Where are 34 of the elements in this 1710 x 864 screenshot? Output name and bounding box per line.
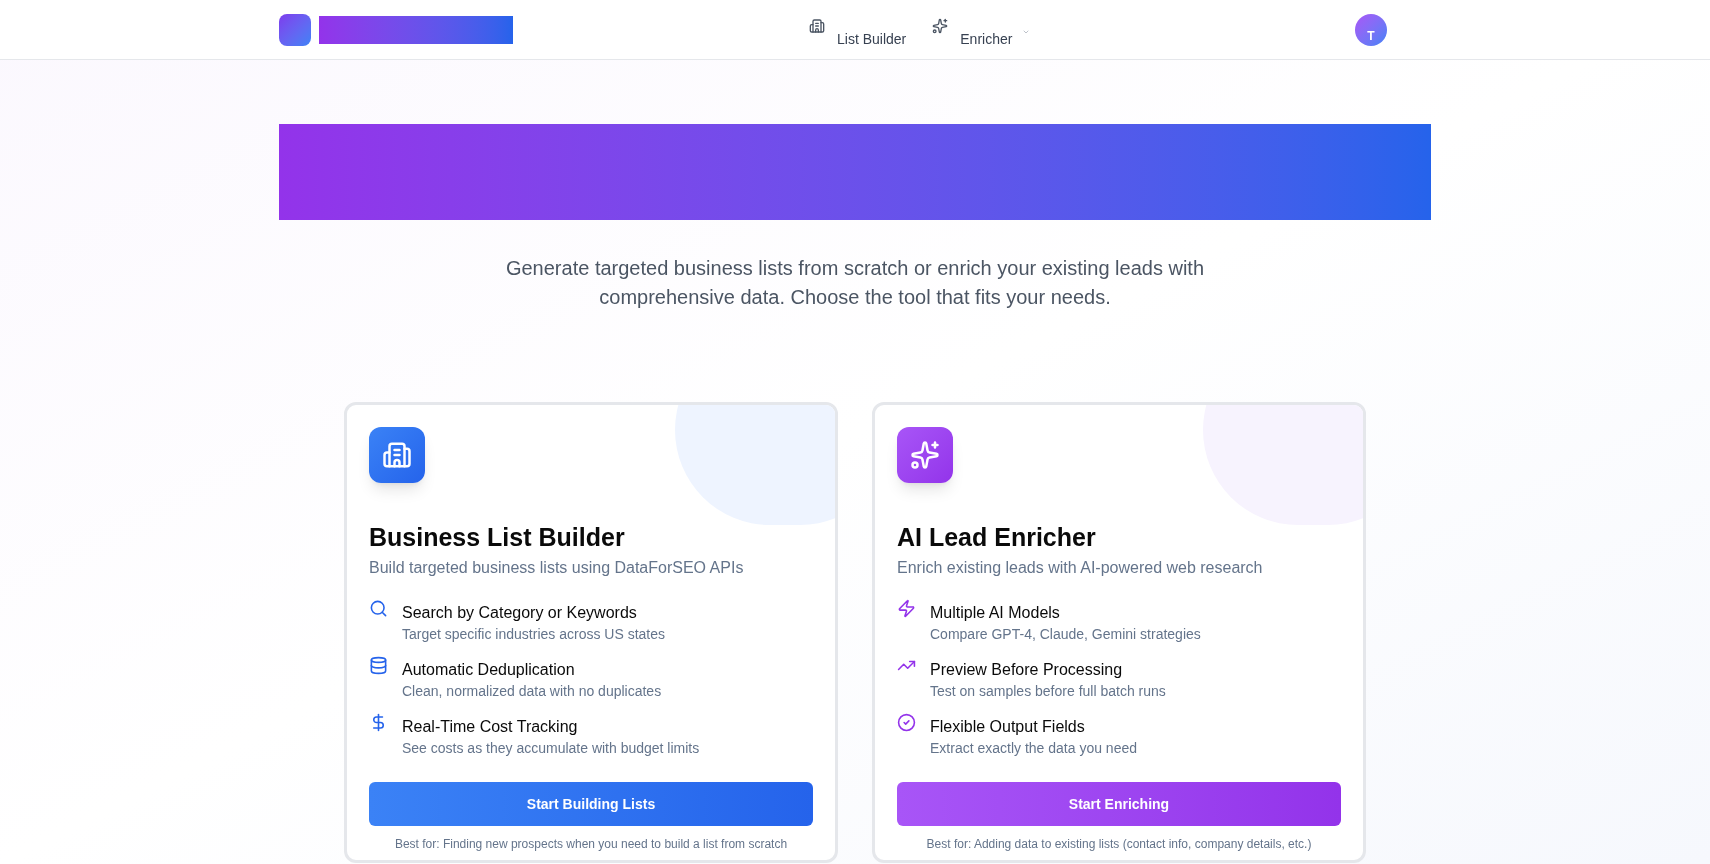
card-title: AI Lead Enricher [897,522,1097,553]
feature-description: Compare GPT-4, Claude, Gemini strategies [930,625,1201,644]
feature-title: Automatic Deduplication [402,660,576,680]
lightning-icon [897,599,916,618]
feature-description: Extract exactly the data you need [930,739,1137,758]
sparkles-icon [910,440,940,470]
feature-description: See costs as they accumulate with budget limits [402,739,700,758]
best-for-note: Best for: Adding data to existing lists (contact info, company details, etc.) [925,836,1313,852]
search-icon [369,599,388,618]
feature-title: Real-Time Cost Tracking [402,717,579,737]
card-subtitle: Enrich existing leads with AI-powered web research [897,558,1264,578]
check-circle-icon [897,713,916,732]
logo-mark [279,13,311,46]
feature-title: Flexible Output Fields [930,717,1086,737]
feature-title: Preview Before Processing [930,660,1124,680]
nav-link[interactable]: Enricher [932,18,1013,50]
feature-title: Multiple AI Models [930,603,1061,623]
feature-description: Clean, normalized data with no duplicates [402,682,662,701]
card-subtitle: Build targeted business lists using DataForSEO APIs [369,558,745,578]
building-icon [382,440,412,470]
building-icon [809,18,825,34]
feature-title: Search by Category or Keywords [402,603,638,623]
database-icon [369,656,388,675]
start-button[interactable]: Start Building Lists [369,782,813,826]
sparkles-icon [932,18,949,34]
feature-description: Target specific industries across US states [402,625,665,644]
hero-subtitle: Generate targeted business lists from scratch or enrich your existing leads with comprehensive data. Choose the tool that fits your needs. [504,256,1206,310]
card-title: Business List Builder [369,522,626,553]
best-for-note: Best for: Finding new prospects when you need to build a list from scratch [393,836,789,852]
user-avatar[interactable]: T [1355,13,1387,46]
nav-link[interactable]: List Builder [809,18,907,50]
chevron-icon[interactable] [1022,28,1031,36]
feature-description: Test on samples before full batch runs [930,682,1166,701]
start-button[interactable]: Start Enriching [897,782,1341,826]
